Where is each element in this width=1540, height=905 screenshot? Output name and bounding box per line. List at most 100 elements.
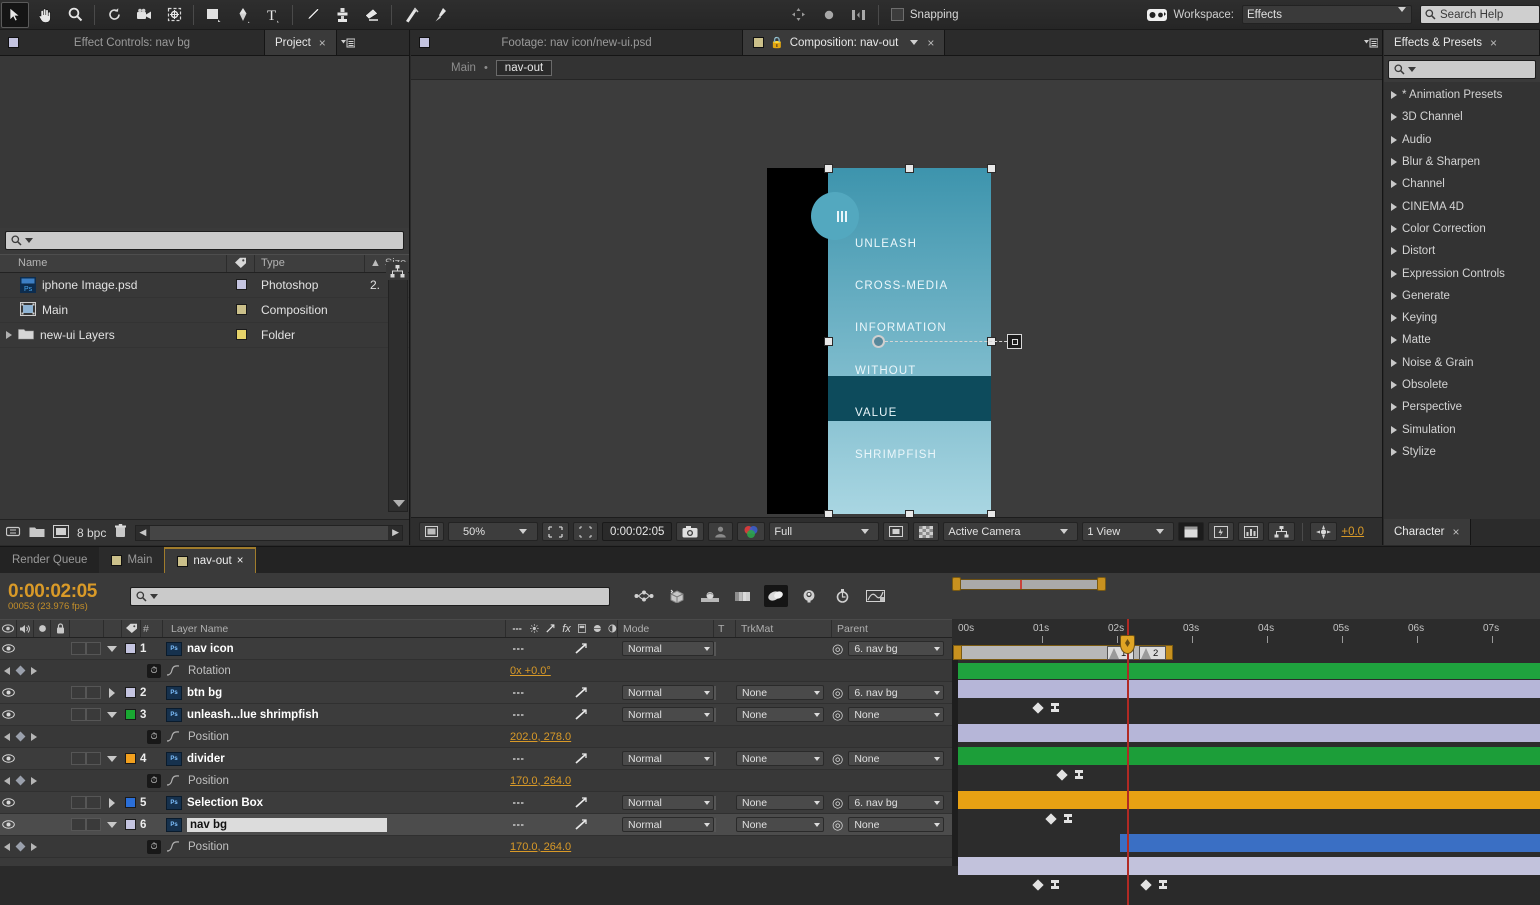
brainstorm-icon[interactable]: [797, 585, 821, 607]
resolution-select[interactable]: Full: [769, 522, 880, 541]
layer-switches[interactable]: [506, 753, 618, 764]
col-layer-name[interactable]: Layer Name: [163, 620, 506, 637]
keyframe-row[interactable]: [1045, 812, 1072, 825]
layer-name[interactable]: unleash...lue shrimpfish: [187, 709, 319, 721]
property-value[interactable]: 170.0, 264.0: [510, 841, 571, 853]
selection-tool[interactable]: [1, 1, 29, 28]
layer-trkmat-select[interactable]: None: [736, 817, 824, 832]
magnification-select[interactable]: 50%: [448, 522, 538, 541]
circle-icon[interactable]: [815, 2, 843, 28]
roto-brush-tool[interactable]: [397, 2, 425, 28]
layer-duration-bar[interactable]: [958, 791, 1540, 809]
interpret-footage-icon[interactable]: [5, 525, 21, 541]
keyframe-icon[interactable]: [1056, 768, 1068, 781]
property-name[interactable]: Position: [183, 731, 506, 743]
timeline-timecode[interactable]: 0:00:02:05: [8, 581, 130, 603]
layer-switches[interactable]: [506, 687, 618, 698]
property-name[interactable]: Position: [183, 841, 506, 853]
chevron-down-icon[interactable]: [910, 40, 919, 45]
layer-preserve-transparency[interactable]: [714, 795, 736, 810]
fast-previews-button[interactable]: [1208, 522, 1235, 541]
disclosure-triangle-icon[interactable]: [1391, 91, 1397, 100]
camera-select[interactable]: Active Camera: [943, 522, 1079, 541]
selection-handle[interactable]: [824, 164, 833, 173]
table-row[interactable]: ⏱ Position 202.0, 278.0: [0, 726, 952, 748]
motion-blur-icon[interactable]: [764, 585, 788, 607]
graph-icon[interactable]: [166, 731, 180, 742]
layer-switches[interactable]: [506, 709, 618, 720]
time-navigator-track[interactable]: [952, 579, 1102, 590]
table-row[interactable]: ⏱ Position 170.0, 264.0: [0, 770, 952, 792]
keyframe-row[interactable]: [1056, 768, 1083, 781]
breadcrumb-root[interactable]: Main: [451, 62, 476, 74]
parent-pickwhip-icon[interactable]: ◎: [832, 817, 843, 833]
composition-viewer[interactable]: UNLEASH CROSS-MEDIA INFORMATION WITHOUT …: [411, 80, 1382, 517]
toggle-transparency-grid[interactable]: [913, 522, 940, 541]
workspace-select[interactable]: Effects: [1242, 5, 1412, 24]
show-channel-button[interactable]: [737, 522, 766, 541]
delete-icon[interactable]: [114, 524, 127, 541]
table-row[interactable]: 5 Ps Selection Box Normal None ◎ 6. nav …: [0, 792, 952, 814]
layer-expand-triangle[interactable]: [103, 711, 121, 718]
disclosure-triangle-icon[interactable]: [1391, 291, 1397, 300]
stopwatch-icon[interactable]: ⏱: [147, 839, 161, 854]
keyframe-icon[interactable]: [1032, 701, 1044, 714]
effects-search-input[interactable]: [1388, 60, 1536, 79]
layer-video-toggle[interactable]: [0, 710, 17, 719]
disclosure-triangle-icon[interactable]: [1391, 403, 1397, 412]
layer-trkmat-select[interactable]: None: [736, 685, 824, 700]
layer-parent-select[interactable]: 6. nav bg: [848, 795, 945, 810]
puppet-pin-tool[interactable]: [427, 2, 455, 28]
time-navigator-start-handle[interactable]: [952, 577, 961, 591]
quality-toggle[interactable]: [86, 752, 101, 765]
layer-switches[interactable]: [506, 819, 618, 830]
disclosure-triangle-icon[interactable]: [1391, 314, 1397, 323]
chevron-down-icon[interactable]: [150, 593, 158, 599]
brush-tool[interactable]: [298, 2, 326, 28]
layer-parent-select[interactable]: None: [848, 817, 945, 832]
keyframe-navigator[interactable]: [0, 841, 69, 852]
col-trkmat[interactable]: TrkMat: [736, 620, 832, 637]
distribute-icon[interactable]: [845, 2, 873, 28]
anchor-point-icon[interactable]: [872, 335, 885, 348]
list-item[interactable]: Ps iphone Image.psd Photoshop 2.: [0, 273, 409, 298]
layer-expand-triangle[interactable]: [103, 687, 121, 698]
timecode-block[interactable]: 0:00:02:05 00053 (23.976 fps): [0, 581, 130, 612]
selection-handle[interactable]: [905, 164, 914, 173]
region-of-interest-button[interactable]: [542, 522, 569, 541]
close-icon[interactable]: ×: [1490, 36, 1497, 50]
chevron-down-icon[interactable]: [1408, 67, 1416, 72]
close-icon[interactable]: ×: [1453, 525, 1460, 539]
disclosure-triangle-icon[interactable]: [1391, 158, 1397, 167]
timeline-button[interactable]: [1238, 522, 1265, 541]
new-composition-icon[interactable]: [53, 524, 69, 541]
layer-preserve-transparency[interactable]: [714, 751, 736, 766]
work-area-start-handle[interactable]: [953, 645, 962, 660]
layer-video-toggle[interactable]: [0, 688, 17, 697]
eraser-tool[interactable]: [358, 2, 386, 28]
snapping-checkbox[interactable]: [890, 8, 904, 21]
table-row[interactable]: 3 Ps unleash...lue shrimpfish Normal Non…: [0, 704, 952, 726]
table-row[interactable]: 6 Ps nav bg Normal None ◎ None: [0, 814, 952, 836]
layer-duration-bar[interactable]: [1120, 834, 1540, 852]
layer-duration-bar[interactable]: [958, 857, 1540, 875]
property-name[interactable]: Position: [183, 775, 506, 787]
layer-name[interactable]: divider: [187, 753, 225, 765]
parent-pickwhip-icon[interactable]: ◎: [832, 707, 843, 723]
effect-category-3d-channel[interactable]: 3D Channel: [1384, 106, 1540, 128]
property-value[interactable]: 0x +0.0°: [510, 665, 551, 677]
layer-preserve-transparency[interactable]: [714, 817, 736, 832]
layer-mode-select[interactable]: Normal: [622, 751, 714, 766]
disclosure-triangle-icon[interactable]: [1391, 202, 1397, 211]
disclosure-triangle-icon[interactable]: [1391, 447, 1397, 456]
col-mode[interactable]: Mode: [618, 620, 714, 637]
layer-duration-bar[interactable]: [958, 663, 1540, 679]
timeline-graph[interactable]: 00s 01s 02s 03s 04s 05s 06s 07s 2: [952, 619, 1540, 905]
layer-parent-select[interactable]: 6. nav bg: [848, 641, 945, 656]
list-item[interactable]: new-ui Layers Folder: [0, 323, 409, 348]
keyframe-navigator[interactable]: [0, 775, 69, 786]
keyframe-row[interactable]: [1032, 878, 1059, 891]
layer-mode-select[interactable]: Normal: [622, 685, 714, 700]
disclosure-triangle-icon[interactable]: [1391, 358, 1397, 367]
layer-preserve-transparency[interactable]: [714, 685, 736, 700]
